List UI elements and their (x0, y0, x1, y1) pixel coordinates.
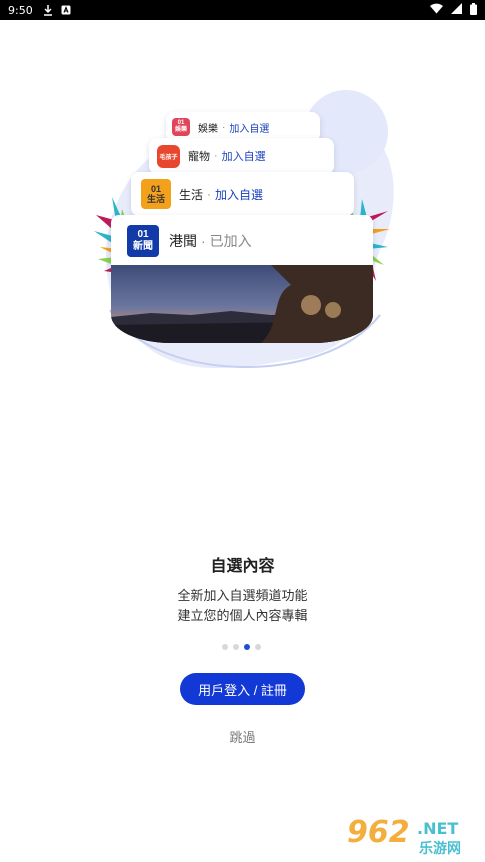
add-channel-link[interactable]: 加入自選 (229, 120, 269, 135)
login-register-button[interactable]: 用戶登入 / 註冊 (180, 673, 305, 705)
card-name: 生活 (179, 187, 204, 202)
card-name: 娛樂 (198, 123, 218, 135)
wifi-icon (430, 3, 443, 17)
entertainment-logo-icon: 01 娛樂 (172, 118, 190, 136)
download-icon (43, 4, 53, 16)
page-dot (222, 644, 228, 650)
svg-text:乐游网: 乐游网 (419, 840, 461, 856)
pets-logo-icon: 毛孩子 (157, 144, 180, 168)
add-channel-link[interactable]: 加入自選 (222, 148, 266, 164)
card-name: 寵物 (188, 151, 210, 163)
lifestyle-logo-icon: 01 生活 (141, 179, 171, 209)
notification-app-icon (61, 5, 71, 15)
page-dot (255, 644, 261, 650)
status-bar: 9:50 (0, 0, 485, 20)
onboarding-title: 自選內容 (210, 558, 275, 575)
channel-card-pets: 毛孩子 寵物 · 加入自選 (149, 138, 334, 174)
card-separator: · (214, 150, 218, 162)
signal-icon (451, 3, 462, 17)
skip-link[interactable]: 跳過 (0, 727, 485, 746)
onboarding-description-line1: 全新加入自選頻道功能 (177, 588, 308, 603)
card-separator: · (207, 187, 212, 201)
news-photo (111, 265, 373, 343)
channel-card-lifestyle: 01 生活 生活 · 加入自選 (131, 172, 354, 216)
onboarding-description-line2: 建立您的個人內容專輯 (177, 608, 308, 623)
card-name: 港聞 (169, 233, 197, 249)
channel-added-label: 已加入 (209, 233, 252, 249)
add-channel-link[interactable]: 加入自選 (215, 186, 263, 203)
page-indicator (222, 644, 261, 650)
page-dot-active (244, 644, 250, 650)
news-logo-icon: 01 新聞 (127, 225, 159, 257)
watermark-logo: 962 .NET 乐游网 (345, 812, 477, 857)
status-time: 9:50 (8, 3, 33, 17)
svg-text:962: 962 (347, 815, 410, 850)
page-dot (233, 644, 239, 650)
battery-icon (470, 2, 477, 18)
card-separator: · (222, 121, 226, 133)
channel-card-local-news: 01 新聞 港聞 · 已加入 (111, 215, 373, 267)
card-separator: · (201, 233, 206, 249)
svg-text:.NET: .NET (417, 819, 458, 838)
